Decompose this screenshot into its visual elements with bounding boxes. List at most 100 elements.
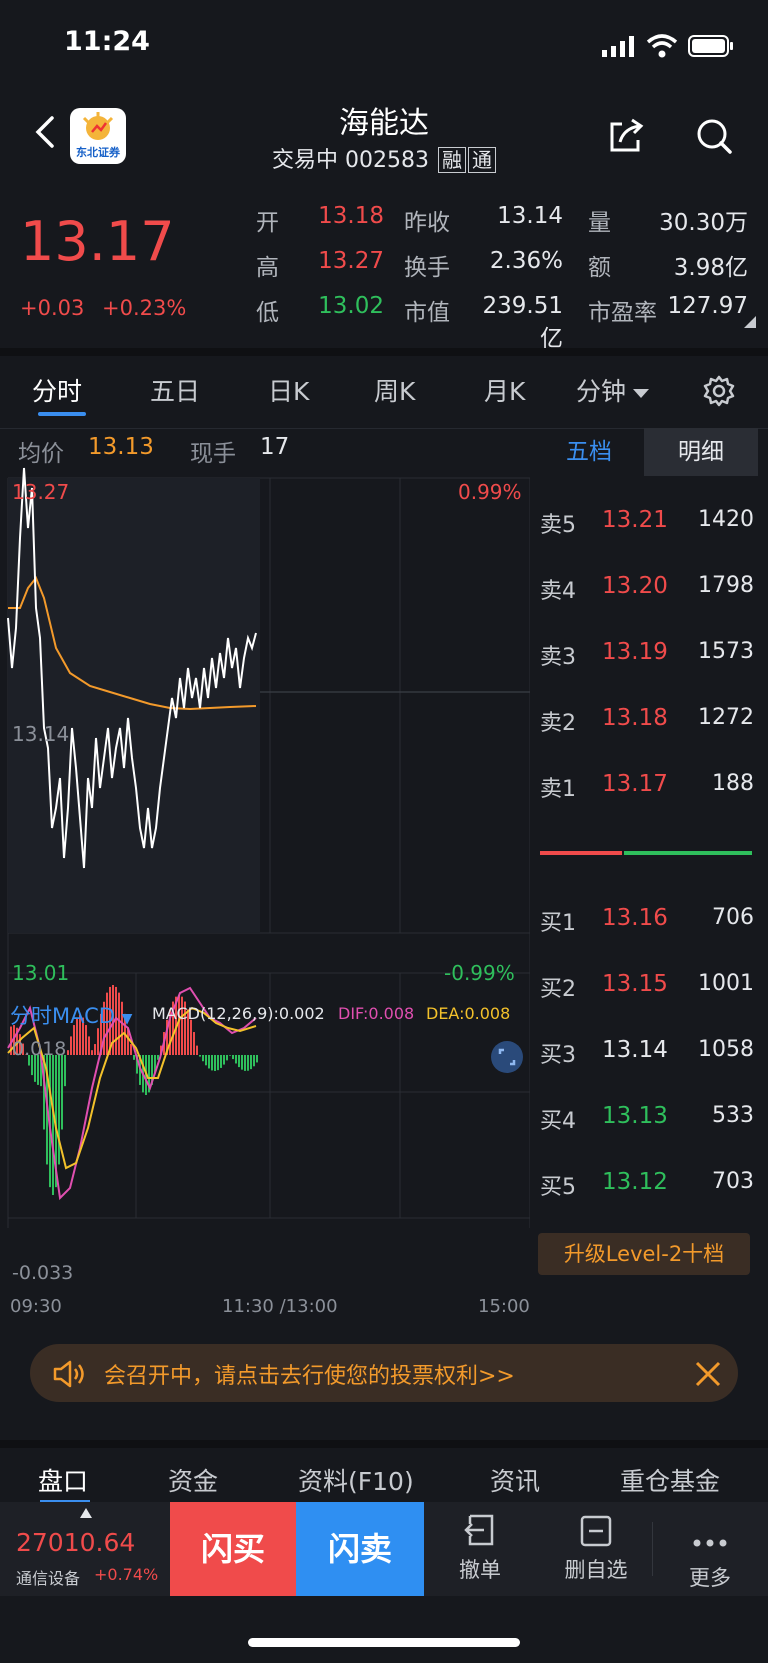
- macd-bar: [250, 1055, 252, 1070]
- stock-code: 002583: [345, 148, 429, 173]
- remove-watchlist-icon: [580, 1515, 612, 1547]
- tab-minute[interactable]: 分钟: [576, 372, 650, 408]
- macd-bar: [256, 1055, 258, 1063]
- macd-title[interactable]: 分时MACD ▼: [10, 1000, 132, 1030]
- bid-label: 买4: [540, 1109, 576, 1134]
- bid-row[interactable]: 买3 13.14 1058: [540, 1037, 754, 1073]
- cancel-order-button[interactable]: 撤单: [424, 1502, 536, 1596]
- bid-volume: 706: [712, 905, 754, 930]
- x-axis-label-end: 15:00: [478, 1296, 530, 1317]
- macd-bar: [91, 1050, 93, 1055]
- ask-label: 卖5: [540, 513, 576, 538]
- ask-price: 13.19: [602, 639, 668, 665]
- flash-sell-button[interactable]: 闪卖: [296, 1502, 424, 1596]
- ask-row[interactable]: 卖3 13.19 1573: [540, 639, 754, 675]
- settings-gear-icon[interactable]: [702, 374, 736, 408]
- macd-bar: [247, 1055, 249, 1071]
- flash-buy-button[interactable]: 闪买: [170, 1502, 296, 1596]
- chart-tabs: 分时 五日 日K 周K 月K 分钟: [0, 372, 768, 416]
- tab-minute-label: 分钟: [576, 377, 627, 406]
- bid-price: 13.14: [602, 1037, 668, 1063]
- ask-price: 13.18: [602, 705, 668, 731]
- tab-five-levels[interactable]: 五档: [534, 428, 644, 476]
- bid-row[interactable]: 买4 13.13 533: [540, 1103, 754, 1139]
- macd-bar: [133, 1055, 135, 1060]
- ask-volume: 188: [712, 771, 754, 796]
- turnover-value: 2.36%: [489, 248, 563, 274]
- ask-row[interactable]: 卖5 13.21 1420: [540, 507, 754, 543]
- index-name: 通信设备: [16, 1569, 81, 1588]
- macd-bar: [229, 1055, 231, 1056]
- more-button[interactable]: 更多: [654, 1502, 766, 1596]
- ask-volume: 1272: [698, 705, 754, 730]
- expand-corner-icon[interactable]: [744, 316, 756, 328]
- low-label: 低: [256, 300, 279, 326]
- signal-icon: [602, 36, 634, 57]
- tab-f10[interactable]: 资料(F10): [298, 1462, 414, 1498]
- amount-value: 3.98亿: [673, 255, 748, 281]
- macd-bar: [214, 1055, 216, 1071]
- remove-watchlist-button[interactable]: 删自选: [540, 1502, 652, 1596]
- index-value[interactable]: 27010.64: [16, 1528, 135, 1557]
- high-value: 13.27: [318, 248, 384, 274]
- ask-label: 卖3: [540, 645, 576, 670]
- divider: [0, 1440, 768, 1448]
- macd-bar: [67, 1050, 69, 1055]
- cancel-order-icon: [464, 1514, 494, 1546]
- macd-dif: DIF:0.008: [338, 1004, 415, 1023]
- tab-details[interactable]: 明细: [644, 428, 758, 476]
- index-change: +0.74%: [94, 1565, 159, 1584]
- tab-five-day[interactable]: 五日: [150, 372, 200, 408]
- bid-row[interactable]: 买5 13.12 703: [540, 1169, 754, 1205]
- high-label: 高: [256, 255, 279, 281]
- close-icon[interactable]: [694, 1360, 722, 1388]
- bid-row[interactable]: 买2 13.15 1001: [540, 971, 754, 1007]
- macd-bar: [253, 1055, 255, 1067]
- share-icon[interactable]: [606, 116, 646, 156]
- bid-row[interactable]: 买1 13.16 706: [540, 905, 754, 941]
- macd-bar: [190, 1019, 192, 1055]
- tab-daily-k[interactable]: 日K: [268, 372, 309, 408]
- more-label: 更多: [689, 1566, 731, 1590]
- intraday-chart[interactable]: [0, 428, 530, 1328]
- tab-news[interactable]: 资讯: [490, 1462, 540, 1498]
- y-axis-mid-label: 13.14: [12, 722, 70, 746]
- notice-text: 会召开中，请点击去行使您的投票权利>>: [104, 1364, 515, 1389]
- remove-watchlist-label: 删自选: [564, 1558, 628, 1582]
- speaker-icon: [53, 1360, 84, 1388]
- ask-volume: 1573: [698, 639, 754, 664]
- ask-row[interactable]: 卖1 13.17 188: [540, 771, 754, 807]
- cancel-order-label: 撤单: [459, 1558, 501, 1582]
- ask-label: 卖2: [540, 711, 576, 736]
- search-icon[interactable]: [694, 116, 734, 156]
- volume-label: 量: [588, 210, 611, 236]
- macd-params: MACD(12,26,9):0.002: [152, 1004, 325, 1023]
- bid-volume: 1058: [698, 1037, 754, 1062]
- fullscreen-icon[interactable]: [490, 1040, 524, 1074]
- x-axis-label-start: 09:30: [10, 1296, 62, 1317]
- macd-title-text: 分时MACD: [10, 1004, 115, 1028]
- status-time: 11:24: [64, 26, 150, 57]
- y-axis-bottom-label: 13.01: [12, 961, 70, 985]
- trading-status: 交易中: [272, 148, 339, 173]
- macd-bar: [223, 1055, 225, 1065]
- macd-bar: [217, 1055, 219, 1071]
- current-price: 13.17: [20, 210, 175, 273]
- tab-heavy-funds[interactable]: 重仓基金: [620, 1462, 720, 1498]
- macd-bar: [88, 1036, 90, 1055]
- ask-row[interactable]: 卖2 13.18 1272: [540, 705, 754, 741]
- tab-monthly-k[interactable]: 月K: [484, 372, 525, 408]
- tab-funds[interactable]: 资金: [168, 1462, 218, 1498]
- ask-row[interactable]: 卖4 13.20 1798: [540, 573, 754, 609]
- bid-label: 买3: [540, 1043, 576, 1068]
- tab-handicap[interactable]: 盘口: [38, 1462, 88, 1498]
- open-label: 开: [256, 210, 279, 236]
- dropdown-arrow-icon: [633, 389, 650, 398]
- macd-bar: [244, 1055, 246, 1071]
- bid-price: 13.12: [602, 1169, 668, 1195]
- tab-weekly-k[interactable]: 周K: [374, 372, 415, 408]
- upgrade-level2-button[interactable]: 升级Level-2十档: [538, 1233, 750, 1275]
- macd-dropdown-icon: ▼: [121, 1011, 133, 1027]
- tab-intraday[interactable]: 分时: [32, 372, 82, 408]
- macd-bar: [199, 1055, 201, 1057]
